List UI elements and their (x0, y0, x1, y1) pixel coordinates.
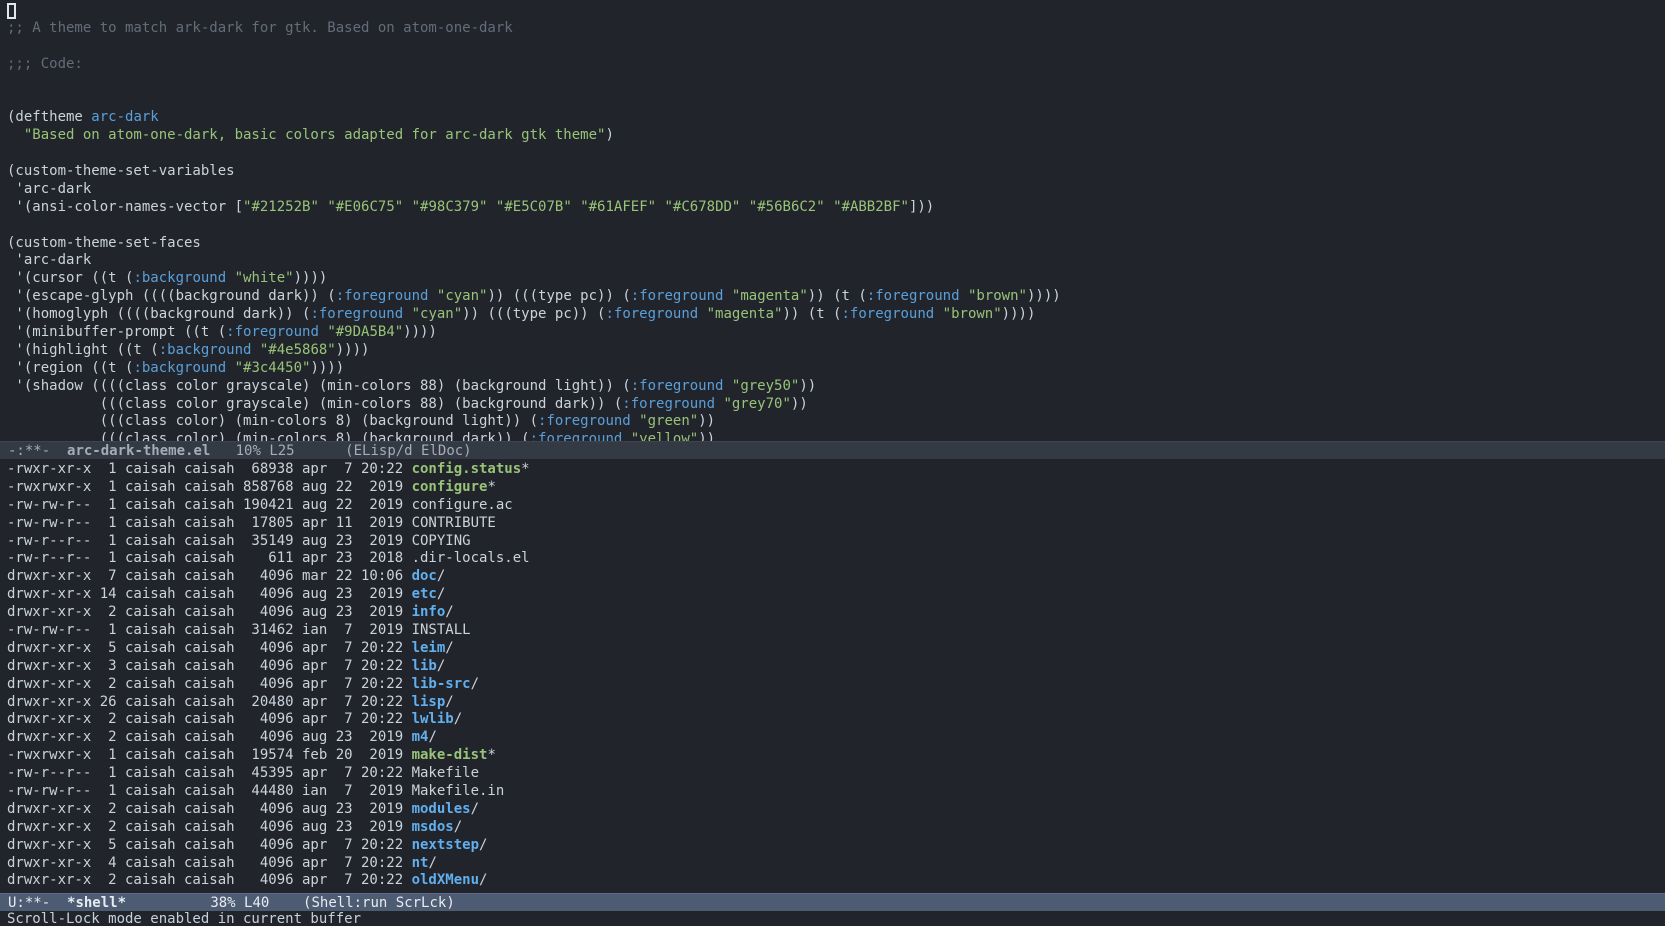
file-name[interactable]: lib (412, 658, 437, 674)
shell-buffer-text[interactable]: -rwxr-xr-x 1 caisah caisah 68938 apr 7 2… (0, 459, 1665, 890)
file-name[interactable]: lisp (412, 694, 446, 710)
file-name[interactable]: COPYING (412, 533, 471, 549)
modeline-modes[interactable]: (Shell:run ScrLck) (303, 895, 455, 911)
modeline-flags: -:**- (8, 443, 67, 459)
shell-row[interactable]: drwxr-xr-x 2 caisah caisah 4096 aug 23 2… (7, 604, 1665, 622)
file-name[interactable]: CONTRIBUTE (412, 515, 496, 531)
code-line[interactable]: ;;; Code: (7, 56, 1665, 74)
code-line[interactable]: '(cursor ((t (:background "white")))) (7, 270, 1665, 288)
file-name[interactable]: msdos (412, 819, 454, 835)
shell-row[interactable]: -rwxr-xr-x 1 caisah caisah 68938 apr 7 2… (7, 461, 1665, 479)
shell-row[interactable]: drwxr-xr-x 2 caisah caisah 4096 apr 7 20… (7, 676, 1665, 694)
file-name[interactable]: config.status (412, 461, 522, 477)
file-name[interactable]: INSTALL (412, 622, 471, 638)
code-line[interactable]: (custom-theme-set-variables (7, 163, 1665, 181)
echo-area: Scroll-Lock mode enabled in current buff… (0, 911, 1665, 926)
code-line[interactable]: 'arc-dark (7, 252, 1665, 270)
code-line[interactable]: '(escape-glyph ((((background dark)) (:f… (7, 288, 1665, 306)
shell-row[interactable]: -rw-rw-r-- 1 caisah caisah 17805 apr 11 … (7, 515, 1665, 533)
shell-row[interactable]: drwxr-xr-x 7 caisah caisah 4096 mar 22 1… (7, 568, 1665, 586)
file-name[interactable]: make-dist (412, 747, 488, 763)
modeline-modes[interactable]: (ELisp/d ElDoc) (345, 443, 471, 459)
modeline-flags: U:**- (8, 895, 67, 911)
shell-row[interactable]: drwxr-xr-x 2 caisah caisah 4096 aug 23 2… (7, 801, 1665, 819)
code-line[interactable]: '(shadow ((((class color grayscale) (min… (7, 378, 1665, 396)
file-name[interactable]: oldXMenu (412, 872, 479, 888)
file-name[interactable]: doc (412, 568, 437, 584)
code-line[interactable]: (((class color) (min-colors 8) (backgrou… (7, 431, 1665, 441)
shell-row[interactable]: drwxr-xr-x 14 caisah caisah 4096 aug 23 … (7, 586, 1665, 604)
shell-row[interactable]: -rw-rw-r-- 1 caisah caisah 31462 ian 7 2… (7, 622, 1665, 640)
code-line[interactable] (7, 145, 1665, 163)
shell-row[interactable]: drwxr-xr-x 26 caisah caisah 20480 apr 7 … (7, 694, 1665, 712)
code-line[interactable]: (((class color grayscale) (min-colors 88… (7, 396, 1665, 414)
shell-row[interactable]: -rw-r--r-- 1 caisah caisah 35149 aug 23 … (7, 533, 1665, 551)
code-line[interactable] (7, 2, 1665, 20)
code-line[interactable]: (((class color) (min-colors 8) (backgrou… (7, 413, 1665, 431)
shell-row[interactable]: drwxr-xr-x 2 caisah caisah 4096 aug 23 2… (7, 729, 1665, 747)
shell-row[interactable]: -rwxrwxr-x 1 caisah caisah 19574 feb 20 … (7, 747, 1665, 765)
code-line[interactable]: ;; A theme to match ark-dark for gtk. Ba… (7, 20, 1665, 38)
shell-row[interactable]: drwxr-xr-x 5 caisah caisah 4096 apr 7 20… (7, 640, 1665, 658)
code-line[interactable] (7, 74, 1665, 92)
file-name[interactable]: configure.ac (412, 497, 513, 513)
code-line[interactable] (7, 217, 1665, 235)
code-line[interactable]: '(region ((t (:background "#3c4450")))) (7, 360, 1665, 378)
hollow-text-cursor (7, 3, 16, 19)
shell-row[interactable]: drwxr-xr-x 2 caisah caisah 4096 apr 7 20… (7, 711, 1665, 729)
code-line[interactable]: '(homoglyph ((((background dark)) (:fore… (7, 306, 1665, 324)
modeline-buffer-name[interactable]: *shell* (67, 895, 126, 911)
code-line[interactable]: '(highlight ((t (:background "#4e5868"))… (7, 342, 1665, 360)
editor-buffer-text[interactable]: ;; A theme to match ark-dark for gtk. Ba… (0, 0, 1665, 441)
shell-row[interactable]: -rwxrwxr-x 1 caisah caisah 858768 aug 22… (7, 479, 1665, 497)
code-line[interactable] (7, 91, 1665, 109)
file-name[interactable]: configure (412, 479, 488, 495)
shell-row[interactable]: drwxr-xr-x 3 caisah caisah 4096 apr 7 20… (7, 658, 1665, 676)
echo-message: Scroll-Lock mode enabled in current buff… (7, 911, 361, 926)
file-name[interactable]: etc (412, 586, 437, 602)
file-name[interactable]: m4 (412, 729, 429, 745)
shell-row[interactable]: drwxr-xr-x 2 caisah caisah 4096 apr 7 20… (7, 872, 1665, 890)
code-line[interactable]: (deftheme arc-dark (7, 109, 1665, 127)
code-line[interactable]: 'arc-dark (7, 181, 1665, 199)
modeline-buffer-name[interactable]: arc-dark-theme.el (67, 443, 210, 459)
shell-row[interactable]: drwxr-xr-x 4 caisah caisah 4096 apr 7 20… (7, 855, 1665, 873)
file-name[interactable]: lwlib (412, 711, 454, 727)
code-line[interactable]: '(ansi-color-names-vector ["#21252B" "#E… (7, 199, 1665, 217)
file-name[interactable]: leim (412, 640, 446, 656)
modeline-position: 10% L25 (210, 443, 345, 459)
shell-modeline[interactable]: U:**- *shell* 38% L40 (Shell:run ScrLck) (0, 893, 1665, 911)
editor-modeline[interactable]: -:**- arc-dark-theme.el 10% L25 (ELisp/d… (0, 441, 1665, 459)
shell-row[interactable]: -rw-r--r-- 1 caisah caisah 611 apr 23 20… (7, 550, 1665, 568)
file-name[interactable]: nt (412, 855, 429, 871)
editor-window[interactable]: ;; A theme to match ark-dark for gtk. Ba… (0, 0, 1665, 441)
file-name[interactable]: modules (412, 801, 471, 817)
shell-row[interactable]: -rw-rw-r-- 1 caisah caisah 190421 aug 22… (7, 497, 1665, 515)
shell-window[interactable]: -rwxr-xr-x 1 caisah caisah 68938 apr 7 2… (0, 459, 1665, 893)
shell-row[interactable]: -rw-r--r-- 1 caisah caisah 45395 apr 7 2… (7, 765, 1665, 783)
code-line[interactable]: "Based on atom-one-dark, basic colors ad… (7, 127, 1665, 145)
file-name[interactable]: nextstep (412, 837, 479, 853)
modeline-position: 38% L40 (126, 895, 303, 911)
shell-row[interactable]: drwxr-xr-x 5 caisah caisah 4096 apr 7 20… (7, 837, 1665, 855)
file-name[interactable]: lib-src (412, 676, 471, 692)
shell-row[interactable]: -rw-rw-r-- 1 caisah caisah 44480 ian 7 2… (7, 783, 1665, 801)
file-name[interactable]: info (412, 604, 446, 620)
code-line[interactable] (7, 38, 1665, 56)
file-name[interactable]: .dir-locals.el (412, 550, 530, 566)
file-name[interactable]: Makefile.in (412, 783, 505, 799)
code-line[interactable]: '(minibuffer-prompt ((t (:foreground "#9… (7, 324, 1665, 342)
file-name[interactable]: Makefile (412, 765, 479, 781)
shell-row[interactable]: drwxr-xr-x 2 caisah caisah 4096 aug 23 2… (7, 819, 1665, 837)
code-line[interactable]: (custom-theme-set-faces (7, 235, 1665, 253)
